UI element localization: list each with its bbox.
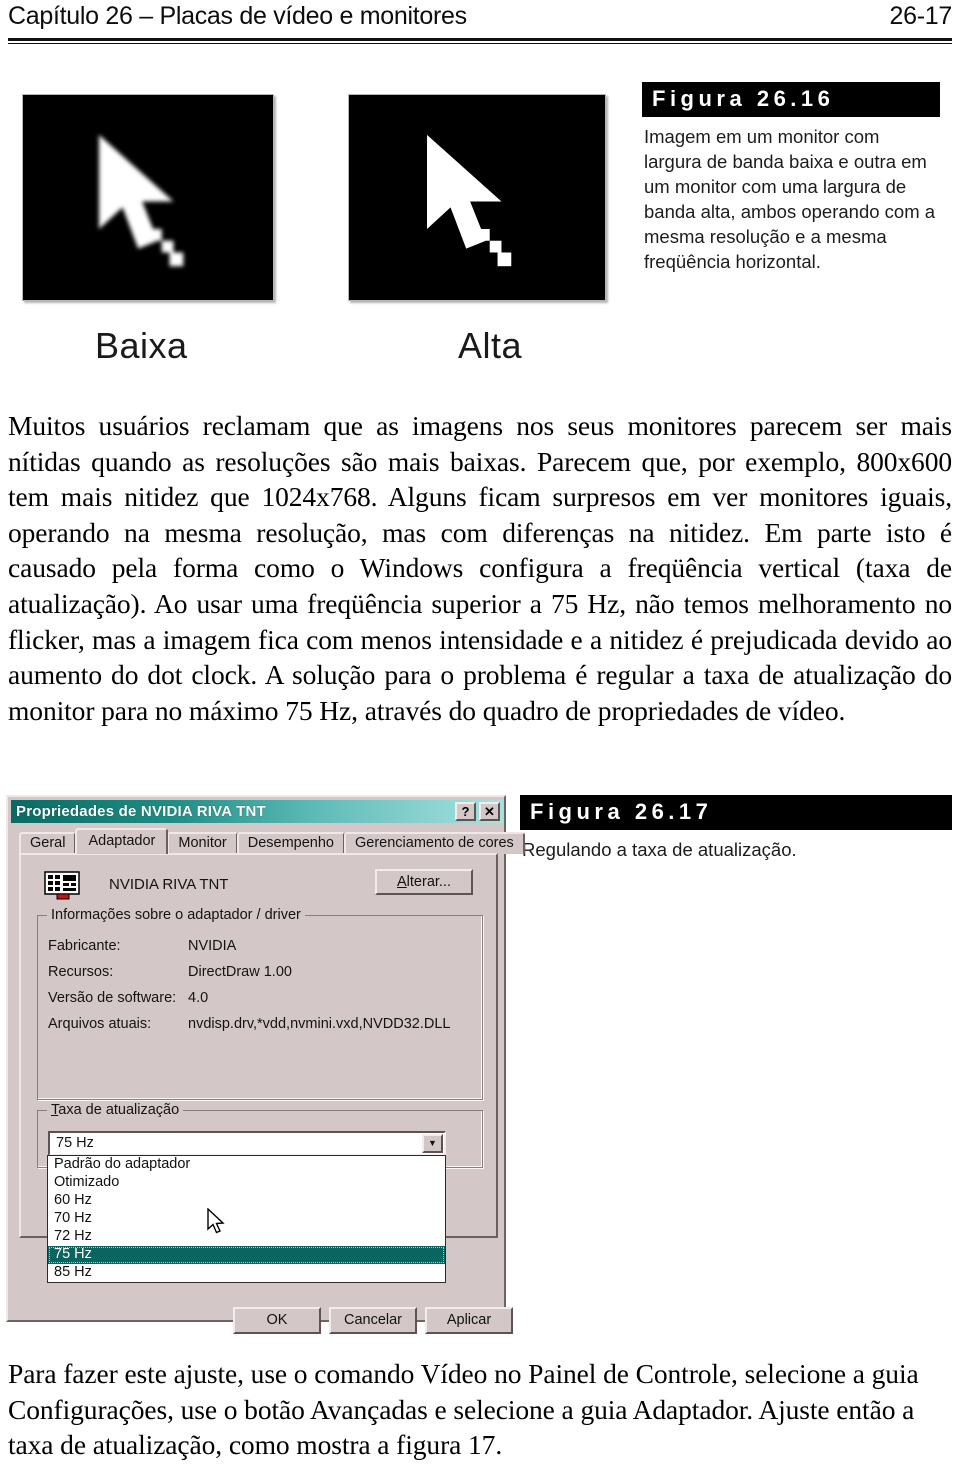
- body-paragraph-1: Muitos usuários reclamam que as imagens …: [8, 410, 952, 726]
- refresh-rate-selected-value: 75 Hz: [56, 1135, 94, 1151]
- refresh-rate-dropdown-list[interactable]: Padrão do adaptador Otimizado 60 Hz 70 H…: [47, 1155, 446, 1283]
- adapter-name-label: NVIDIA RIVA TNT: [109, 876, 229, 893]
- tab-gerenciamento-de-cores[interactable]: Gerenciamento de cores: [344, 832, 525, 854]
- info-label-recursos: Recursos:: [48, 964, 114, 980]
- chevron-down-icon[interactable]: ▼: [422, 1134, 443, 1153]
- monitor-image-high-bandwidth: [348, 94, 606, 301]
- tab-panel-adaptador: NVIDIA RIVA TNT Alterar... Informações s…: [19, 853, 513, 1334]
- chapter-title: Capítulo 26 – Placas de vídeo e monitore…: [8, 2, 467, 30]
- cursor-arrow-sharp-icon: [427, 134, 512, 267]
- monitor-image-low-bandwidth: [22, 94, 274, 301]
- info-value-versao-software: 4.0: [188, 990, 209, 1006]
- figure-26-17-caption-body: Regulando a taxa de atualização.: [522, 839, 797, 860]
- dropdown-option-70hz[interactable]: 70 Hz: [48, 1210, 445, 1228]
- monitor-label-high: Alta: [458, 325, 523, 366]
- info-label-versao-software: Versão de software:: [48, 990, 177, 1006]
- tab-geral[interactable]: Geral: [19, 832, 77, 854]
- dialog-titlebar[interactable]: Propriedades de NVIDIA RIVA TNT ? ✕: [11, 800, 503, 823]
- dialog-title: Propriedades de NVIDIA RIVA TNT: [16, 803, 266, 820]
- monitor-label-low: Baixa: [95, 325, 188, 366]
- refresh-rate-combobox[interactable]: 75 Hz ▼: [48, 1131, 446, 1156]
- dialog-button-row: OK Cancelar Aplicar: [233, 1307, 513, 1337]
- info-label-fabricante: Fabricante:: [48, 938, 121, 954]
- dialog-tabstrip: Geral Adaptador Monitor Desempenho Geren…: [19, 828, 525, 854]
- dropdown-option-60hz[interactable]: 60 Hz: [48, 1192, 445, 1210]
- dropdown-option-padrao-do-adaptador[interactable]: Padrão do adaptador: [48, 1156, 445, 1174]
- display-properties-dialog: Propriedades de NVIDIA RIVA TNT ? ✕ Gera…: [6, 795, 525, 1334]
- video-card-icon: [44, 871, 80, 900]
- cancel-button[interactable]: Cancelar: [329, 1307, 417, 1334]
- help-button[interactable]: ?: [455, 802, 476, 821]
- page-number: 26-17: [889, 2, 953, 30]
- close-icon[interactable]: ✕: [479, 802, 500, 821]
- change-adapter-button[interactable]: Alterar...: [375, 869, 473, 895]
- body-paragraph-2: Para fazer este ajuste, use o comando Ví…: [8, 1358, 919, 1461]
- info-value-recursos: DirectDraw 1.00: [188, 964, 292, 980]
- dropdown-option-75hz[interactable]: 75 Hz: [48, 1246, 445, 1264]
- ok-button[interactable]: OK: [233, 1307, 321, 1334]
- header-rule: [8, 38, 952, 44]
- dropdown-option-otimizado[interactable]: Otimizado: [48, 1174, 445, 1192]
- tab-monitor[interactable]: Monitor: [167, 832, 238, 854]
- figure-26-16-caption: Figura 26.16 Imagem em um monitor com la…: [642, 82, 942, 274]
- info-value-fabricante: NVIDIA: [188, 938, 237, 954]
- refresh-rate-legend: Taxa de atualização: [47, 1102, 184, 1118]
- change-adapter-button-label-rest: lterar...: [406, 874, 451, 890]
- adapter-summary-row: NVIDIA RIVA TNT Alterar...: [35, 869, 483, 903]
- tab-desempenho[interactable]: Desempenho: [236, 832, 345, 854]
- dropdown-option-72hz[interactable]: 72 Hz: [48, 1228, 445, 1246]
- adapter-driver-info-legend: Informações sobre o adaptador / driver: [47, 907, 305, 923]
- page-header: Capítulo 26 – Placas de vídeo e monitore…: [8, 2, 952, 42]
- cursor-arrow-blurry-icon: [99, 134, 184, 267]
- figure-26-16-caption-body: Imagem em um monitor com largura de band…: [644, 126, 936, 272]
- mouse-pointer-icon: [207, 1208, 225, 1234]
- figure-26-17-caption: Figura 26.17 Regulando a taxa de atualiz…: [520, 795, 952, 862]
- figure-26-17-caption-title: Figura 26.17: [520, 795, 952, 830]
- apply-button[interactable]: Aplicar: [425, 1307, 513, 1334]
- info-label-arquivos-atuais: Arquivos atuais:: [48, 1016, 152, 1032]
- tab-adaptador[interactable]: Adaptador: [75, 828, 169, 854]
- figure-26-16-caption-title: Figura 26.16: [642, 82, 940, 117]
- info-value-arquivos-atuais: nvdisp.drv,*vdd,nvmini.vxd,NVDD32.DLL: [188, 1016, 451, 1032]
- adapter-driver-info-group: Informações sobre o adaptador / driver F…: [37, 907, 483, 1100]
- dropdown-option-85hz[interactable]: 85 Hz: [48, 1264, 445, 1282]
